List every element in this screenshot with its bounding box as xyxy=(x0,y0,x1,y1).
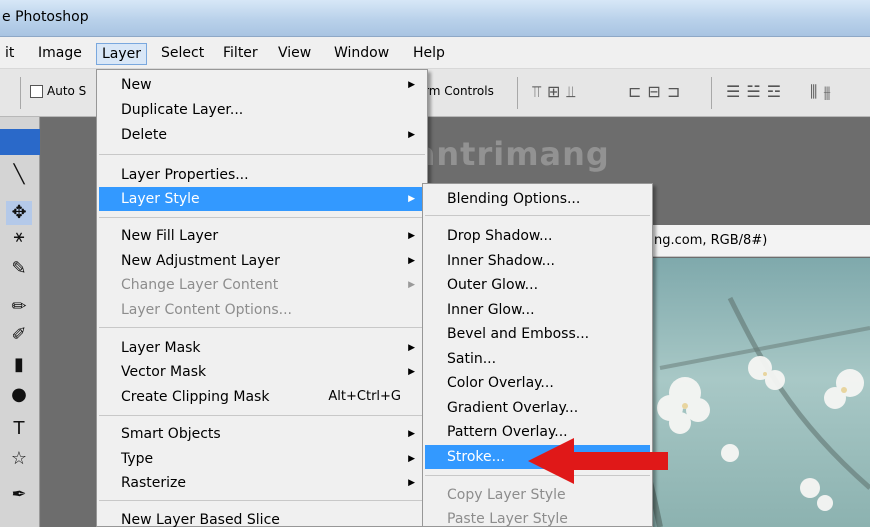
menu-item-smart-objects[interactable]: Smart Objects ▶ xyxy=(99,422,425,446)
layer-menu: New ▶ Duplicate Layer... Delete ▶ Layer Pr… xyxy=(96,69,428,527)
menu-image[interactable]: Image xyxy=(33,43,87,65)
menu-edit[interactable]: it xyxy=(0,43,19,65)
menu-item-new[interactable]: New ▶ xyxy=(99,73,425,97)
align-right-icon[interactable]: ⊐ xyxy=(667,83,680,101)
align-bottom-icon[interactable]: ⫫ xyxy=(566,83,575,101)
pen-tool-icon[interactable]: ✒ xyxy=(6,483,32,507)
type-tool-icon[interactable]: T xyxy=(6,417,32,441)
menu-item-new-fill-layer[interactable]: New Fill Layer ▶ xyxy=(99,224,425,248)
menu-item-copy-layer-style: Copy Layer Style xyxy=(447,487,566,503)
menu-separator xyxy=(99,415,425,416)
align-vcenter-icon[interactable]: ⊞ xyxy=(547,83,560,101)
options-separator xyxy=(517,77,518,109)
distribute-left-icon[interactable]: ⫼ xyxy=(810,83,817,101)
menu-item-rasterize[interactable]: Rasterize ▶ xyxy=(99,471,425,495)
menu-item-new-adjustment-layer[interactable]: New Adjustment Layer ▶ xyxy=(99,249,425,273)
menu-item-change-layer-content: Change Layer Content ▶ xyxy=(121,277,415,293)
menu-item-layer-properties[interactable]: Layer Properties... xyxy=(99,163,425,187)
menu-separator xyxy=(99,327,425,328)
window-title: e Photoshop xyxy=(2,9,89,25)
options-separator xyxy=(711,77,712,109)
menu-select[interactable]: Select xyxy=(156,43,209,65)
magic-wand-icon[interactable]: ⚹ xyxy=(6,225,32,249)
menu-item-layer-content-options: Layer Content Options... xyxy=(121,302,292,318)
eyedropper-icon[interactable]: ✎ xyxy=(6,257,32,281)
menu-item-inner-shadow[interactable]: Inner Shadow... xyxy=(425,249,650,273)
menu-item-blending-options[interactable]: Blending Options... xyxy=(425,187,650,211)
menu-item-gradient-overlay[interactable]: Gradient Overlay... xyxy=(425,396,650,420)
distribute-bottom-icon[interactable]: ☲ xyxy=(767,83,781,101)
menu-item-vector-mask[interactable]: Vector Mask ▶ xyxy=(99,360,425,384)
red-arrow-icon xyxy=(528,438,668,484)
menu-separator xyxy=(99,154,425,155)
menu-item-color-overlay[interactable]: Color Overlay... xyxy=(425,371,650,395)
align-top-icon[interactable]: ⫪ xyxy=(532,83,541,101)
brush-tool-icon[interactable]: ✏ xyxy=(6,295,32,319)
options-separator xyxy=(20,77,21,109)
menu-bar: it Image Layer Select Filter View Window… xyxy=(0,37,870,69)
align-hcenter-icon[interactable]: ⊟ xyxy=(647,83,660,101)
distribute-top-icon[interactable]: ☰ xyxy=(726,83,740,101)
align-left-icon[interactable]: ⊏ xyxy=(628,83,641,101)
menu-item-outer-glow[interactable]: Outer Glow... xyxy=(425,273,650,297)
menu-separator xyxy=(425,215,650,216)
menu-window[interactable]: Window xyxy=(329,43,394,65)
menu-layer[interactable]: Layer xyxy=(96,43,148,65)
title-bar: e Photoshop xyxy=(0,0,870,37)
menu-item-paste-layer-style: Paste Layer Style xyxy=(447,511,568,527)
distribute-hcenter-icon[interactable]: ⫵ xyxy=(823,83,830,101)
line-tool-icon[interactable]: ╲ xyxy=(6,163,32,187)
menu-item-bevel-and-emboss[interactable]: Bevel and Emboss... xyxy=(425,322,650,346)
menu-help[interactable]: Help xyxy=(408,43,450,65)
auto-select-label: Auto S xyxy=(47,84,87,98)
auto-select-checkbox[interactable]: Auto S xyxy=(30,84,86,98)
menu-separator xyxy=(99,217,425,218)
custom-shape-icon[interactable]: ☆ xyxy=(6,447,32,471)
menu-item-layer-style[interactable]: Layer Style ▶ xyxy=(99,187,425,211)
checkbox-box[interactable] xyxy=(30,84,43,98)
menu-item-duplicate-layer[interactable]: Duplicate Layer... xyxy=(99,98,425,122)
document-title: ng.com, RGB/8#) xyxy=(654,233,768,248)
dodge-tool-icon[interactable]: ● xyxy=(6,383,32,407)
menu-item-layer-mask[interactable]: Layer Mask ▶ xyxy=(99,336,425,360)
menu-item-delete[interactable]: Delete ▶ xyxy=(99,123,425,147)
move-tool-icon[interactable]: ✥ xyxy=(6,201,32,225)
menu-view[interactable]: View xyxy=(273,43,316,65)
menu-filter[interactable]: Filter xyxy=(218,43,263,65)
menu-item-drop-shadow[interactable]: Drop Shadow... xyxy=(425,224,650,248)
menu-separator xyxy=(99,500,425,501)
menu-item-inner-glow[interactable]: Inner Glow... xyxy=(425,298,650,322)
distribute-vcenter-icon[interactable]: ☱ xyxy=(746,83,760,101)
menu-item-create-clipping-mask[interactable]: Create Clipping Mask Alt+Ctrl+G xyxy=(99,385,425,409)
menu-item-new-layer-based-slice[interactable]: New Layer Based Slice xyxy=(99,508,425,527)
menu-item-satin[interactable]: Satin... xyxy=(425,347,650,371)
toolbox-grip[interactable] xyxy=(0,129,40,155)
history-brush-icon[interactable]: ✐ xyxy=(6,323,32,347)
gradient-tool-icon[interactable]: ▮ xyxy=(6,353,32,377)
toolbox: ╲ ✥ ⚹ ✎ ✏ ✐ ▮ ● T ☆ ✒ xyxy=(0,117,40,527)
transform-controls-label: rm Controls xyxy=(424,84,494,98)
menu-item-type[interactable]: Type ▶ xyxy=(99,447,425,471)
